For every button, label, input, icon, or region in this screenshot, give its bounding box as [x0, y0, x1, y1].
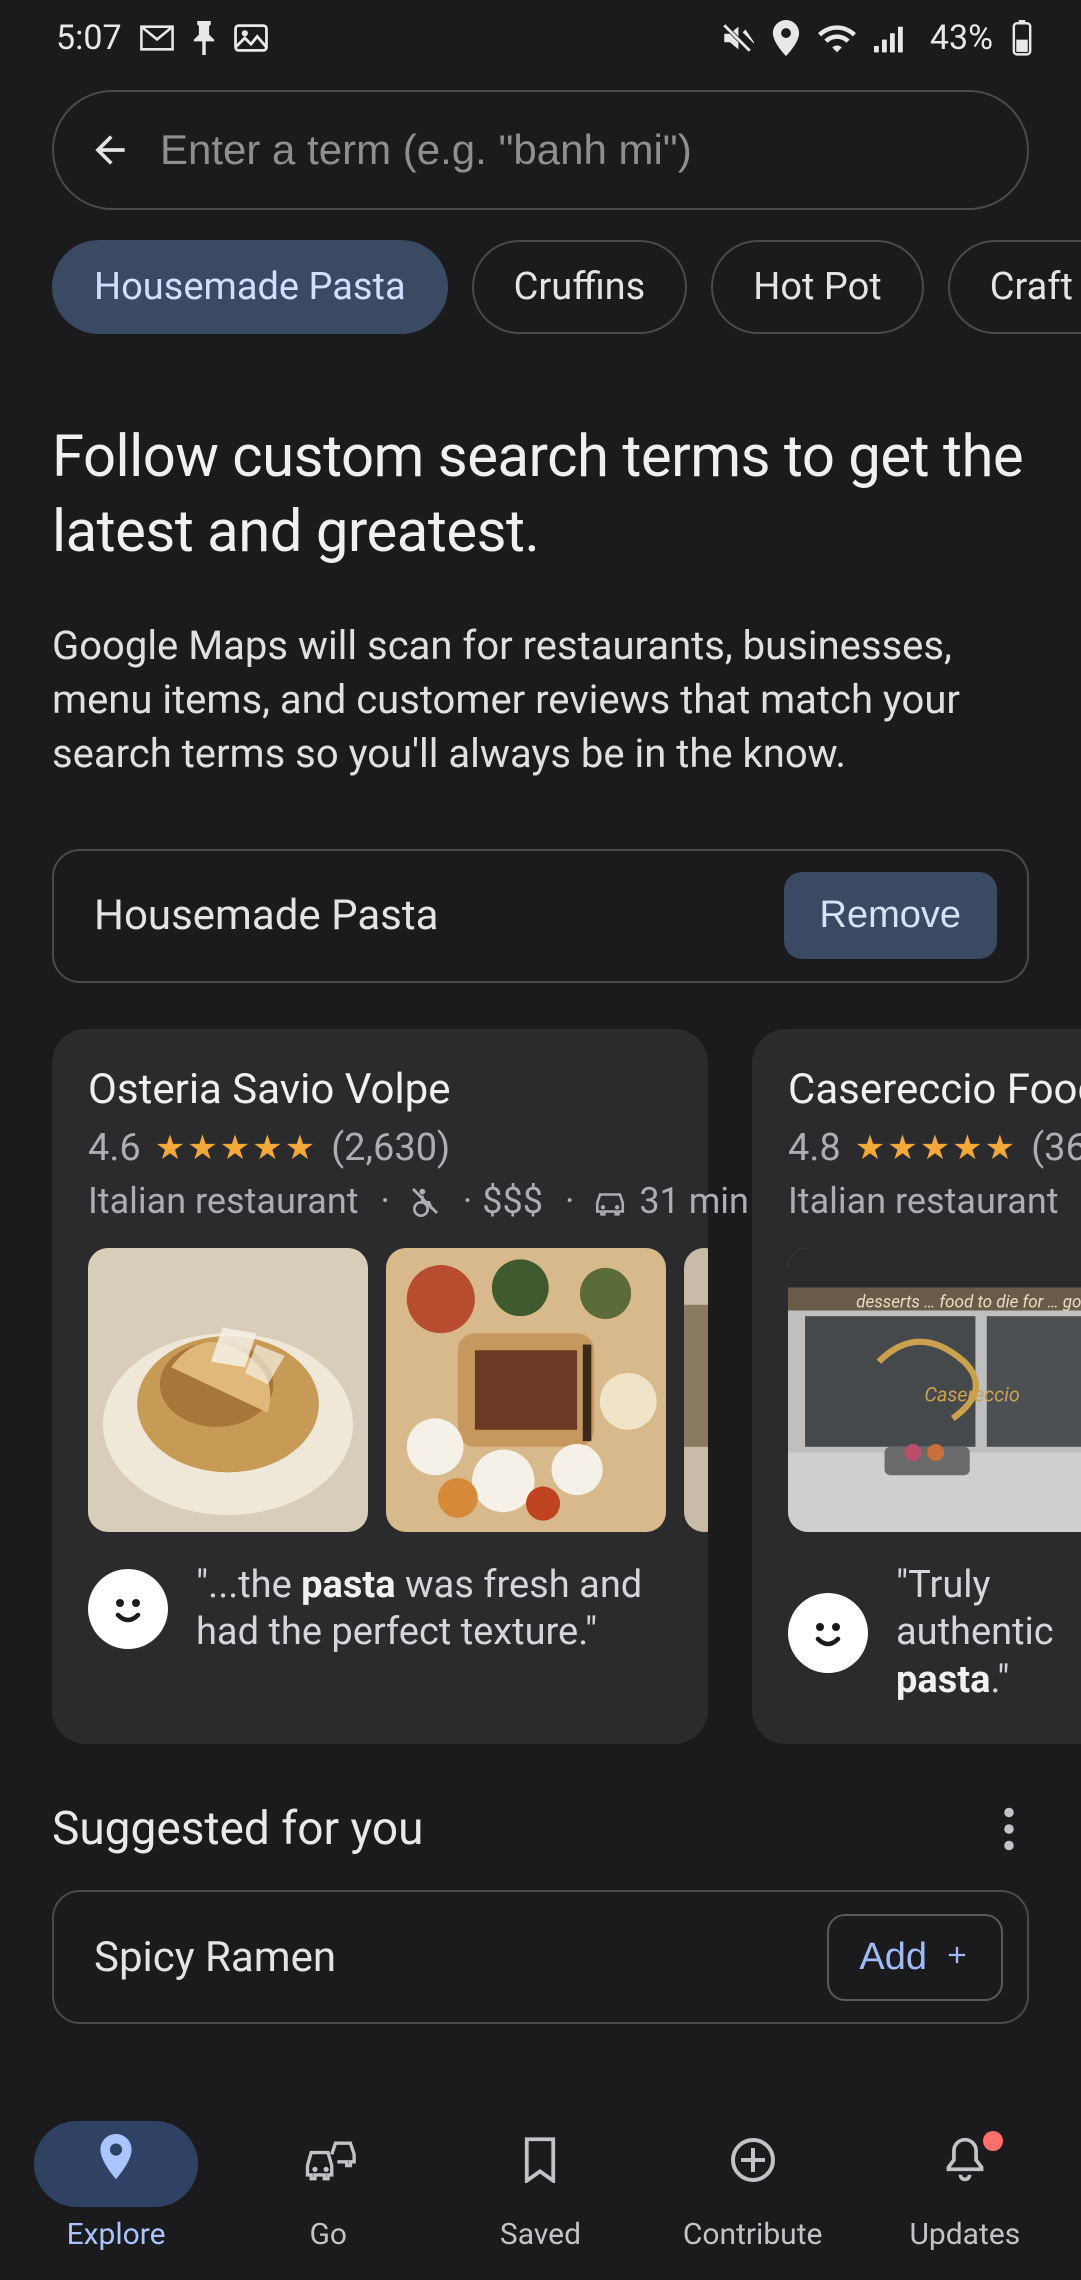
nav-explore[interactable]: Explore — [34, 2121, 198, 2252]
status-left: 5:07 — [56, 18, 268, 58]
results-carousel[interactable]: Osteria Savio Volpe 4.6 ★★★★★ (2,630) It… — [0, 983, 1081, 1793]
wifi-icon — [818, 23, 856, 53]
price-level: $$$ — [453, 1180, 543, 1222]
suggested-header: Suggested for you — [0, 1792, 1081, 1890]
remove-button[interactable]: Remove — [784, 872, 998, 959]
go-icon — [300, 2137, 356, 2191]
eta: 31 min — [639, 1180, 749, 1222]
place-name: Osteria Savio Volpe — [88, 1065, 672, 1114]
hero-subtitle: Google Maps will scan for restaurants, b… — [52, 619, 1029, 781]
nav-label: Contribute — [683, 2217, 823, 2252]
suggestion-card: Spicy Ramen Add — [52, 1890, 1029, 2024]
rating-value: 4.8 — [788, 1126, 841, 1170]
plus-icon — [943, 1936, 971, 1979]
contribute-icon — [729, 2136, 777, 2192]
photo-strip[interactable] — [52, 1222, 708, 1532]
star-icon: ★★★★★ — [855, 1128, 1017, 1168]
star-icon: ★★★★★ — [155, 1128, 317, 1168]
status-time: 5:07 — [56, 18, 122, 58]
followed-term-card: Housemade Pasta Remove — [52, 849, 1029, 983]
place-photo[interactable] — [88, 1248, 368, 1532]
explore-icon — [95, 2134, 137, 2194]
nav-contribute[interactable]: Contribute — [671, 2121, 835, 2252]
place-photo[interactable] — [386, 1248, 666, 1532]
category: Italian restaurant — [88, 1180, 359, 1222]
photo-strip[interactable]: desserts … food to die for … gourmet Cas… — [752, 1222, 1081, 1532]
no-wheelchair-icon — [371, 1180, 441, 1222]
gallery-icon — [234, 23, 268, 53]
review-snippet: "...the pasta was fresh and had the perf… — [52, 1532, 708, 1657]
chip-scroller[interactable]: Housemade Pasta Cruffins Hot Pot Craft B… — [0, 210, 1081, 360]
car-icon — [555, 1180, 627, 1222]
svg-text:desserts … food to die for … g: desserts … food to die for … gourmet — [856, 1292, 1081, 1312]
mail-icon — [140, 24, 174, 52]
nav-label: Explore — [67, 2217, 166, 2252]
review-text: "Truly authentic pasta." — [896, 1562, 1081, 1705]
nav-saved[interactable]: Saved — [458, 2121, 622, 2252]
battery-percent: 43% — [930, 18, 993, 58]
mute-icon — [720, 21, 754, 55]
followed-term-label: Housemade Pasta — [94, 891, 438, 940]
chip-hot-pot[interactable]: Hot Pot — [711, 240, 923, 334]
hero-section: Follow custom search terms to get the la… — [0, 360, 1081, 795]
nav-label: Go — [310, 2217, 348, 2252]
search-input[interactable] — [160, 126, 993, 174]
nav-updates[interactable]: Updates — [883, 2121, 1047, 2252]
chip-cruffins[interactable]: Cruffins — [472, 240, 688, 334]
nav-go[interactable]: Go — [246, 2121, 410, 2252]
smiley-icon — [88, 1569, 168, 1649]
chip-craft-beer[interactable]: Craft Beer — [948, 240, 1081, 334]
battery-icon — [1011, 20, 1033, 56]
saved-icon — [523, 2137, 557, 2191]
add-label: Add — [859, 1936, 927, 1979]
rating-value: 4.6 — [88, 1126, 141, 1170]
notification-dot — [983, 2131, 1003, 2151]
rating-row: 4.6 ★★★★★ (2,630) — [88, 1126, 672, 1170]
status-right: 43% — [720, 18, 1033, 58]
suggestion-term: Spicy Ramen — [94, 1933, 336, 1982]
review-count: (2,630) — [331, 1126, 450, 1170]
overflow-menu-icon[interactable] — [985, 1807, 1033, 1851]
details-row: Italian restaurant — [788, 1180, 1081, 1222]
search-bar[interactable] — [52, 90, 1029, 210]
location-icon — [772, 20, 800, 56]
chip-housemade-pasta[interactable]: Housemade Pasta — [52, 240, 448, 334]
smiley-icon — [788, 1593, 868, 1673]
place-name: Casereccio Foods — [788, 1065, 1081, 1114]
hero-title: Follow custom search terms to get the la… — [52, 420, 1029, 571]
updates-icon — [944, 2136, 986, 2192]
review-count: (364) — [1031, 1126, 1081, 1170]
review-text: "...the pasta was fresh and had the perf… — [196, 1562, 672, 1657]
back-arrow-icon[interactable] — [88, 128, 132, 172]
status-bar: 5:07 43% — [0, 0, 1081, 70]
nav-label: Saved — [500, 2217, 581, 2252]
cellular-icon — [874, 23, 906, 53]
svg-text:Casereccio: Casereccio — [924, 1383, 1020, 1406]
suggested-title: Suggested for you — [52, 1802, 424, 1856]
add-button[interactable]: Add — [827, 1914, 1003, 2001]
review-snippet: "Truly authentic pasta." — [752, 1532, 1081, 1705]
result-card[interactable]: Casereccio Foods 4.8 ★★★★★ (364) Italian… — [752, 1029, 1081, 1745]
category: Italian restaurant — [788, 1180, 1059, 1222]
details-row: Italian restaurant $$$ 31 min — [88, 1180, 672, 1222]
nav-label: Updates — [909, 2217, 1020, 2252]
pin-icon — [192, 21, 216, 55]
rating-row: 4.8 ★★★★★ (364) — [788, 1126, 1081, 1170]
place-photo[interactable] — [684, 1248, 708, 1532]
place-photo[interactable]: desserts … food to die for … gourmet Cas… — [788, 1248, 1081, 1532]
result-card[interactable]: Osteria Savio Volpe 4.6 ★★★★★ (2,630) It… — [52, 1029, 708, 1745]
bottom-nav: Explore Go Saved Contribute — [0, 2107, 1081, 2280]
